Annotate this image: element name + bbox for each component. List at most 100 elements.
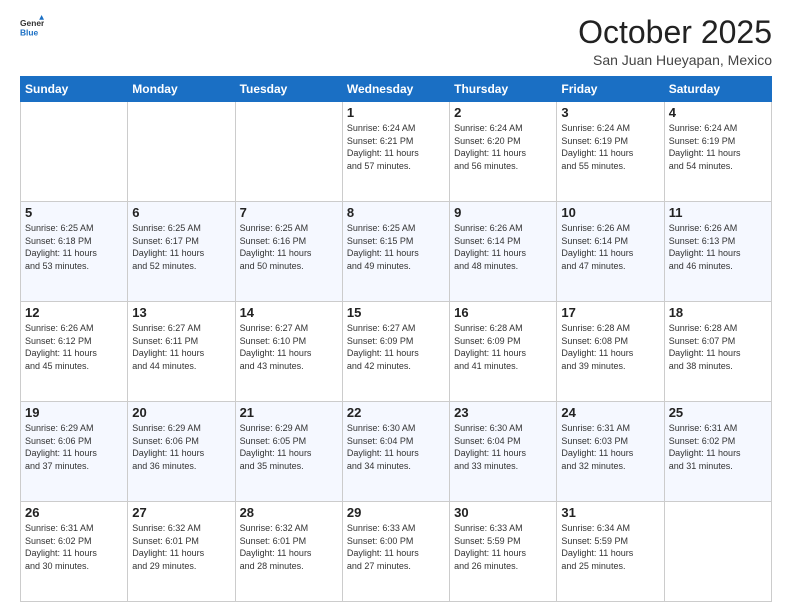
- day-number: 14: [240, 305, 338, 320]
- calendar-cell: 31 Sunrise: 6:34 AM Sunset: 5:59 PM Dayli…: [557, 502, 664, 602]
- calendar-cell: 25Sunrise: 6:31 AM Sunset: 6:02 PM Dayli…: [664, 402, 771, 502]
- calendar-cell: 8 Sunrise: 6:25 AM Sunset: 6:15 PM Daylig…: [342, 202, 449, 302]
- calendar-cell: 16Sunrise: 6:28 AM Sunset: 6:09 PM Dayli…: [450, 302, 557, 402]
- calendar-cell: 1Sunrise: 6:24 AM Sunset: 6:21 PM Daylig…: [342, 102, 449, 202]
- calendar-cell: 9Sunrise: 6:26 AM Sunset: 6:14 PM Daylig…: [450, 202, 557, 302]
- day-info: Sunrise: 6:24 AM Sunset: 6:20 PM Dayligh…: [454, 122, 552, 172]
- calendar-cell: 5 Sunrise: 6:25 AM Sunset: 6:18 PM Daylig…: [21, 202, 128, 302]
- day-number: 3: [561, 105, 659, 120]
- day-number: 18: [669, 305, 767, 320]
- page: General Blue October 2025 San Juan Hueya…: [0, 0, 792, 612]
- day-info: Sunrise: 6:29 AM Sunset: 6:06 PM Dayligh…: [132, 422, 230, 472]
- day-number: 23: [454, 405, 552, 420]
- header-tuesday: Tuesday: [235, 77, 342, 102]
- day-number: 26: [25, 505, 123, 520]
- calendar-cell: 24 Sunrise: 6:31 AM Sunset: 6:03 PM Dayli…: [557, 402, 664, 502]
- header-wednesday: Wednesday: [342, 77, 449, 102]
- calendar-cell: 26 Sunrise: 6:31 AM Sunset: 6:02 PM Dayli…: [21, 502, 128, 602]
- day-number: 4: [669, 105, 767, 120]
- day-number: 21: [240, 405, 338, 420]
- day-number: 6: [132, 205, 230, 220]
- calendar-cell: 29 Sunrise: 6:33 AM Sunset: 6:00 PM Dayli…: [342, 502, 449, 602]
- day-info: Sunrise: 6:24 AM Sunset: 6:19 PM Dayligh…: [669, 122, 767, 172]
- day-info: Sunrise: 6:30 AM Sunset: 6:04 PM Dayligh…: [454, 422, 552, 472]
- day-info: Sunrise: 6:29 AM Sunset: 6:05 PM Dayligh…: [240, 422, 338, 472]
- header-thursday: Thursday: [450, 77, 557, 102]
- calendar-cell: 3 Sunrise: 6:24 AM Sunset: 6:19 PM Daylig…: [557, 102, 664, 202]
- week-row-2: 5 Sunrise: 6:25 AM Sunset: 6:18 PM Daylig…: [21, 202, 772, 302]
- calendar-cell: 4 Sunrise: 6:24 AM Sunset: 6:19 PM Daylig…: [664, 102, 771, 202]
- day-info: Sunrise: 6:27 AM Sunset: 6:10 PM Dayligh…: [240, 322, 338, 372]
- day-info: Sunrise: 6:33 AM Sunset: 6:00 PM Dayligh…: [347, 522, 445, 572]
- day-info: Sunrise: 6:27 AM Sunset: 6:11 PM Dayligh…: [132, 322, 230, 372]
- calendar-cell: 20Sunrise: 6:29 AM Sunset: 6:06 PM Dayli…: [128, 402, 235, 502]
- calendar-cell: 12 Sunrise: 6:26 AM Sunset: 6:12 PM Dayli…: [21, 302, 128, 402]
- day-info: Sunrise: 6:27 AM Sunset: 6:09 PM Dayligh…: [347, 322, 445, 372]
- calendar-cell: 23 Sunrise: 6:30 AM Sunset: 6:04 PM Dayli…: [450, 402, 557, 502]
- week-row-5: 26 Sunrise: 6:31 AM Sunset: 6:02 PM Dayli…: [21, 502, 772, 602]
- day-number: 2: [454, 105, 552, 120]
- day-number: 22: [347, 405, 445, 420]
- calendar-table: Sunday Monday Tuesday Wednesday Thursday…: [20, 76, 772, 602]
- header-saturday: Saturday: [664, 77, 771, 102]
- logo-icon: General Blue: [20, 15, 44, 39]
- calendar-cell: [21, 102, 128, 202]
- calendar-cell: 15 Sunrise: 6:27 AM Sunset: 6:09 PM Dayli…: [342, 302, 449, 402]
- calendar-cell: 18Sunrise: 6:28 AM Sunset: 6:07 PM Dayli…: [664, 302, 771, 402]
- header-monday: Monday: [128, 77, 235, 102]
- calendar-cell: 27Sunrise: 6:32 AM Sunset: 6:01 PM Dayli…: [128, 502, 235, 602]
- calendar-cell: 10 Sunrise: 6:26 AM Sunset: 6:14 PM Dayli…: [557, 202, 664, 302]
- day-number: 15: [347, 305, 445, 320]
- day-number: 11: [669, 205, 767, 220]
- day-info: Sunrise: 6:24 AM Sunset: 6:19 PM Dayligh…: [561, 122, 659, 172]
- day-info: Sunrise: 6:31 AM Sunset: 6:02 PM Dayligh…: [25, 522, 123, 572]
- day-info: Sunrise: 6:26 AM Sunset: 6:14 PM Dayligh…: [561, 222, 659, 272]
- day-number: 10: [561, 205, 659, 220]
- calendar-cell: 7 Sunrise: 6:25 AM Sunset: 6:16 PM Daylig…: [235, 202, 342, 302]
- day-info: Sunrise: 6:25 AM Sunset: 6:18 PM Dayligh…: [25, 222, 123, 272]
- day-number: 17: [561, 305, 659, 320]
- day-info: Sunrise: 6:28 AM Sunset: 6:08 PM Dayligh…: [561, 322, 659, 372]
- calendar-cell: [664, 502, 771, 602]
- header: General Blue October 2025 San Juan Hueya…: [20, 15, 772, 68]
- calendar-cell: 13 Sunrise: 6:27 AM Sunset: 6:11 PM Dayli…: [128, 302, 235, 402]
- day-info: Sunrise: 6:32 AM Sunset: 6:01 PM Dayligh…: [132, 522, 230, 572]
- day-number: 28: [240, 505, 338, 520]
- calendar-cell: 19Sunrise: 6:29 AM Sunset: 6:06 PM Dayli…: [21, 402, 128, 502]
- day-number: 12: [25, 305, 123, 320]
- calendar-cell: 11 Sunrise: 6:26 AM Sunset: 6:13 PM Dayli…: [664, 202, 771, 302]
- day-number: 24: [561, 405, 659, 420]
- day-info: Sunrise: 6:31 AM Sunset: 6:02 PM Dayligh…: [669, 422, 767, 472]
- day-info: Sunrise: 6:34 AM Sunset: 5:59 PM Dayligh…: [561, 522, 659, 572]
- calendar-cell: 28 Sunrise: 6:32 AM Sunset: 6:01 PM Dayli…: [235, 502, 342, 602]
- day-number: 31: [561, 505, 659, 520]
- day-number: 19: [25, 405, 123, 420]
- day-info: Sunrise: 6:26 AM Sunset: 6:14 PM Dayligh…: [454, 222, 552, 272]
- week-row-3: 12 Sunrise: 6:26 AM Sunset: 6:12 PM Dayli…: [21, 302, 772, 402]
- day-number: 30: [454, 505, 552, 520]
- calendar-cell: 14 Sunrise: 6:27 AM Sunset: 6:10 PM Dayli…: [235, 302, 342, 402]
- header-sunday: Sunday: [21, 77, 128, 102]
- calendar-cell: 17 Sunrise: 6:28 AM Sunset: 6:08 PM Dayli…: [557, 302, 664, 402]
- calendar-cell: 22 Sunrise: 6:30 AM Sunset: 6:04 PM Dayli…: [342, 402, 449, 502]
- title-section: October 2025 San Juan Hueyapan, Mexico: [578, 15, 772, 68]
- weekday-header-row: Sunday Monday Tuesday Wednesday Thursday…: [21, 77, 772, 102]
- day-info: Sunrise: 6:32 AM Sunset: 6:01 PM Dayligh…: [240, 522, 338, 572]
- day-info: Sunrise: 6:25 AM Sunset: 6:16 PM Dayligh…: [240, 222, 338, 272]
- day-info: Sunrise: 6:30 AM Sunset: 6:04 PM Dayligh…: [347, 422, 445, 472]
- day-info: Sunrise: 6:26 AM Sunset: 6:13 PM Dayligh…: [669, 222, 767, 272]
- day-number: 29: [347, 505, 445, 520]
- logo: General Blue: [20, 15, 44, 39]
- day-info: Sunrise: 6:31 AM Sunset: 6:03 PM Dayligh…: [561, 422, 659, 472]
- day-number: 7: [240, 205, 338, 220]
- day-info: Sunrise: 6:25 AM Sunset: 6:17 PM Dayligh…: [132, 222, 230, 272]
- svg-text:Blue: Blue: [20, 27, 39, 37]
- day-number: 8: [347, 205, 445, 220]
- day-info: Sunrise: 6:25 AM Sunset: 6:15 PM Dayligh…: [347, 222, 445, 272]
- day-info: Sunrise: 6:26 AM Sunset: 6:12 PM Dayligh…: [25, 322, 123, 372]
- calendar-cell: 30Sunrise: 6:33 AM Sunset: 5:59 PM Dayli…: [450, 502, 557, 602]
- day-number: 5: [25, 205, 123, 220]
- month-title: October 2025: [578, 15, 772, 50]
- day-number: 13: [132, 305, 230, 320]
- calendar-cell: 6 Sunrise: 6:25 AM Sunset: 6:17 PM Daylig…: [128, 202, 235, 302]
